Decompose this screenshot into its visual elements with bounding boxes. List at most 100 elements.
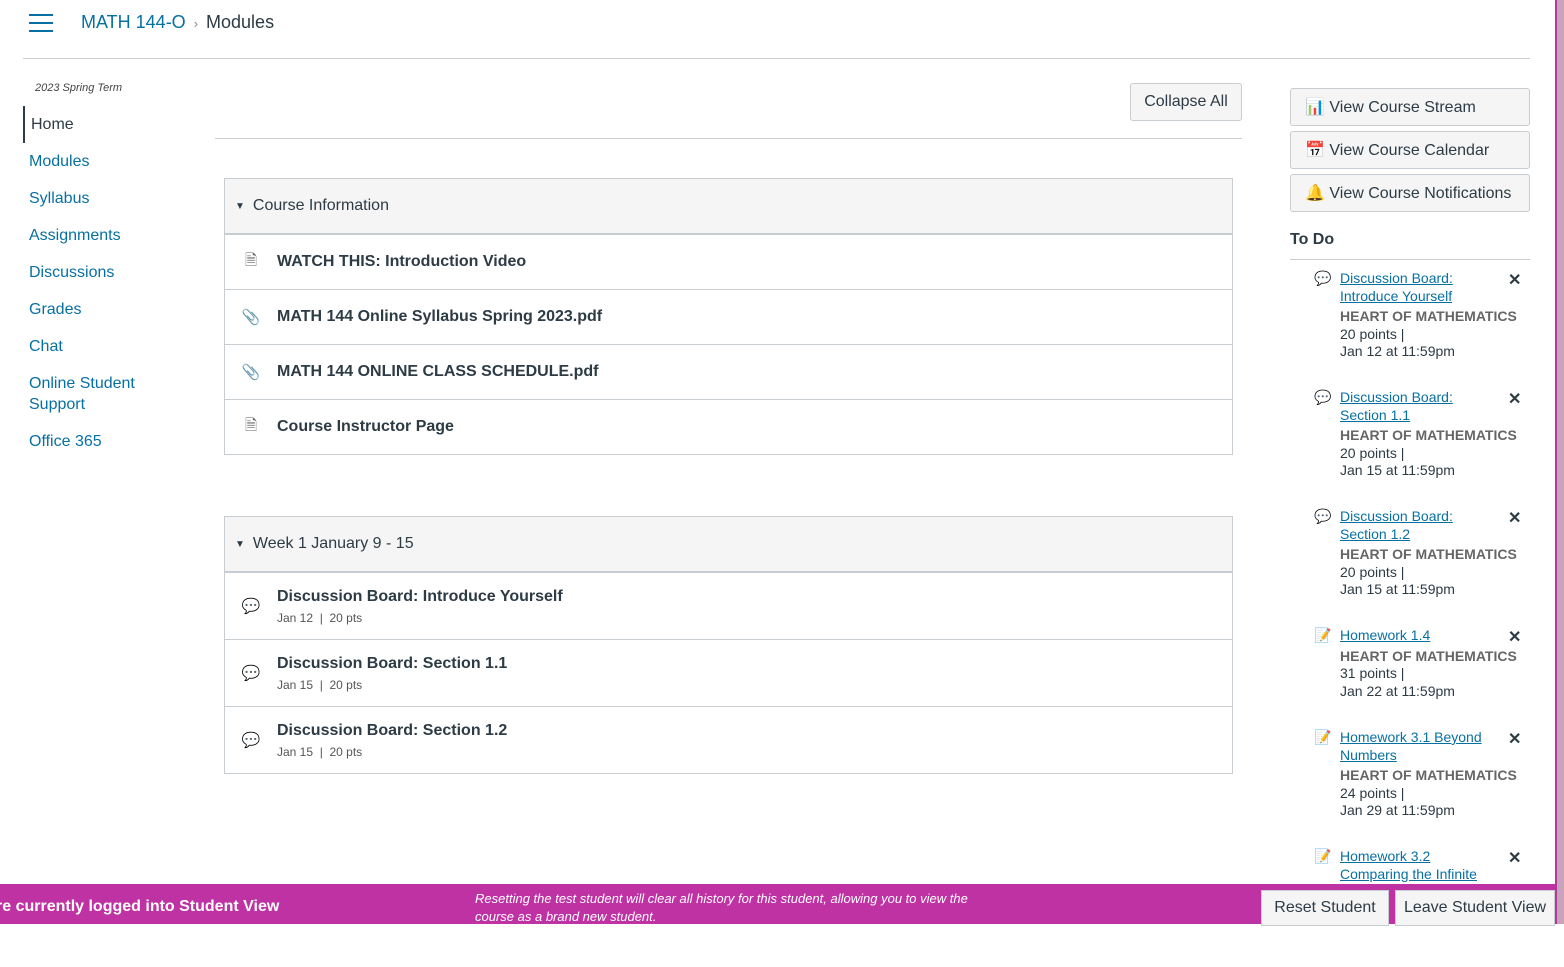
todo-link[interactable]: Discussion Board: Section 1.2 (1340, 508, 1490, 543)
todo-item: 💬 Discussion Board: Introduce Yourself HEA… (1290, 270, 1530, 389)
discussion-icon: 💬 (241, 598, 261, 615)
item-points: 20 pts (329, 677, 363, 692)
discussion-icon: 💬 (241, 665, 261, 682)
todo-link[interactable]: Homework 3.1 Beyond Numbers (1340, 729, 1490, 764)
item-title[interactable]: Course Instructor Page (277, 418, 454, 436)
divider (215, 138, 1242, 139)
course-nav: 2023 Spring Term Home Modules Syllabus A… (23, 82, 193, 460)
todo-due: Jan 15 at 11:59pm (1340, 581, 1455, 597)
close-icon[interactable]: ✕ (1508, 850, 1521, 868)
close-icon[interactable]: ✕ (1508, 629, 1521, 647)
assignment-icon: 📝 (1314, 848, 1332, 864)
nav-discussions[interactable]: Discussions (23, 254, 193, 291)
todo-list: 💬 Discussion Board: Introduce Yourself HEA… (1290, 270, 1530, 967)
todo-item: 📝 Homework 3.1 Beyond Numbers HEART OF MAT… (1290, 729, 1530, 848)
todo-course: HEART OF MATHEMATICS (1340, 308, 1517, 324)
todo-link[interactable]: Homework 1.4 (1340, 627, 1490, 645)
todo-due: Jan 22 at 11:59pm (1340, 682, 1455, 699)
hamburger-menu-icon[interactable] (29, 14, 53, 34)
close-icon[interactable]: ✕ (1508, 510, 1521, 528)
item-title[interactable]: Discussion Board: Section 1.1 (277, 655, 507, 673)
button-label: View Course Stream (1329, 99, 1476, 116)
collapse-triangle-icon: ▼ (235, 200, 245, 212)
collapse-triangle-icon: ▼ (235, 538, 245, 550)
breadcrumb-separator-icon: › (193, 16, 199, 31)
student-view-border (1555, 0, 1564, 924)
todo-item: 💬 Discussion Board: Section 1.1 HEART OF M… (1290, 389, 1530, 508)
breadcrumb-current: Modules (206, 12, 275, 32)
module-item[interactable]: 🗎 WATCH THIS: Introduction Video (225, 234, 1232, 289)
item-title[interactable]: Discussion Board: Section 1.2 (277, 722, 507, 740)
todo-due: Jan 29 at 11:59pm (1340, 802, 1455, 818)
nav-grades[interactable]: Grades (23, 291, 193, 328)
todo-points: 20 points | (1340, 325, 1405, 342)
reset-info-text: Resetting the test student will clear al… (475, 891, 968, 924)
discussion-icon: 💬 (1314, 389, 1332, 405)
discussion-icon: 💬 (1314, 508, 1332, 524)
module-item[interactable]: 📎 MATH 144 Online Syllabus Spring 2023.pd… (225, 289, 1232, 344)
view-course-stream-button[interactable]: 📊 View Course Stream (1290, 88, 1530, 126)
collapse-all-button[interactable]: Collapse All (1130, 83, 1242, 121)
item-date: Jan 12 (277, 610, 314, 625)
bar-chart-icon: 📊 (1305, 99, 1325, 116)
close-icon[interactable]: ✕ (1508, 391, 1521, 409)
item-title[interactable]: WATCH THIS: Introduction Video (277, 253, 526, 271)
button-label: View Course Calendar (1329, 142, 1490, 159)
nav-office-365[interactable]: Office 365 (23, 423, 193, 460)
todo-item: 💬 Discussion Board: Section 1.2 HEART OF M… (1290, 508, 1530, 627)
nav-modules[interactable]: Modules (23, 143, 193, 180)
button-label: View Course Notifications (1329, 185, 1512, 202)
header: MATH 144-O › Modules (23, 0, 1530, 59)
close-icon[interactable]: ✕ (1508, 731, 1521, 749)
item-title[interactable]: Discussion Board: Introduce Yourself (277, 588, 563, 606)
calendar-icon: 📅 (1305, 142, 1325, 159)
bell-icon: 🔔 (1305, 185, 1325, 202)
item-date: Jan 15 (277, 677, 314, 692)
discussion-icon: 💬 (241, 732, 261, 749)
nav-assignments[interactable]: Assignments (23, 217, 193, 254)
module-header[interactable]: ▼ Week 1 January 9 - 15 (225, 517, 1232, 572)
module-title: Week 1 January 9 - 15 (252, 535, 414, 552)
item-title[interactable]: MATH 144 ONLINE CLASS SCHEDULE.pdf (277, 363, 599, 381)
module-item[interactable]: 💬 Discussion Board: Section 1.1 Jan 15 | 2… (225, 639, 1232, 706)
module-item[interactable]: 🗎 Course Instructor Page (225, 399, 1232, 454)
term-label: 2023 Spring Term (35, 82, 123, 94)
page-icon: 🗎 (244, 251, 258, 269)
discussion-icon: 💬 (1314, 270, 1332, 286)
todo-course: HEART OF MATHEMATICS (1340, 767, 1517, 783)
student-view-bar: re currently logged into Student View Re… (0, 884, 1555, 926)
close-icon[interactable]: ✕ (1508, 272, 1521, 290)
item-points: 20 pts (329, 610, 363, 625)
attachment-icon: 📎 (241, 309, 261, 326)
view-course-calendar-button[interactable]: 📅 View Course Calendar (1290, 131, 1530, 169)
view-course-notifications-button[interactable]: 🔔 View Course Notifications (1290, 174, 1530, 212)
module-item[interactable]: 💬 Discussion Board: Section 1.2 Jan 15 | 2… (225, 706, 1232, 773)
module-course-information: ▼ Course Information 🗎 WATCH THIS: Introdu… (224, 178, 1233, 455)
todo-link[interactable]: Discussion Board: Section 1.1 (1340, 389, 1490, 424)
todo-course: HEART OF MATHEMATICS (1340, 427, 1517, 443)
nav-syllabus[interactable]: Syllabus (23, 180, 193, 217)
todo-link[interactable]: Discussion Board: Introduce Yourself (1340, 270, 1490, 305)
module-item[interactable]: 💬 Discussion Board: Introduce Yourself Jan… (225, 572, 1232, 639)
nav-home[interactable]: Home (23, 106, 193, 143)
module-item[interactable]: 📎 MATH 144 ONLINE CLASS SCHEDULE.pdf (225, 344, 1232, 399)
nav-online-student-support[interactable]: Online Student Support (23, 365, 193, 423)
item-points: 20 pts (329, 744, 363, 759)
module-week-1: ▼ Week 1 January 9 - 15 💬 Discussion Board… (224, 516, 1233, 774)
todo-points: 20 points | (1340, 563, 1405, 580)
todo-points: 20 points | (1340, 444, 1405, 461)
todo-link[interactable]: Homework 3.2 Comparing the Infinite (1340, 848, 1490, 883)
module-title: Course Information (252, 197, 389, 214)
page-icon: 🗎 (244, 416, 258, 434)
nav-chat[interactable]: Chat (23, 328, 193, 365)
breadcrumb-course[interactable]: MATH 144-O (81, 12, 186, 32)
todo-heading: To Do (1290, 231, 1530, 260)
reset-student-button[interactable]: Reset Student (1261, 890, 1389, 926)
assignment-icon: 📝 (1314, 729, 1332, 745)
student-view-message: re currently logged into Student View (0, 898, 280, 915)
leave-student-view-button[interactable]: Leave Student View (1395, 890, 1555, 926)
todo-due: Jan 12 at 11:59pm (1340, 343, 1455, 359)
attachment-icon: 📎 (241, 364, 261, 381)
module-header[interactable]: ▼ Course Information (225, 179, 1232, 234)
item-title[interactable]: MATH 144 Online Syllabus Spring 2023.pdf (277, 308, 602, 326)
